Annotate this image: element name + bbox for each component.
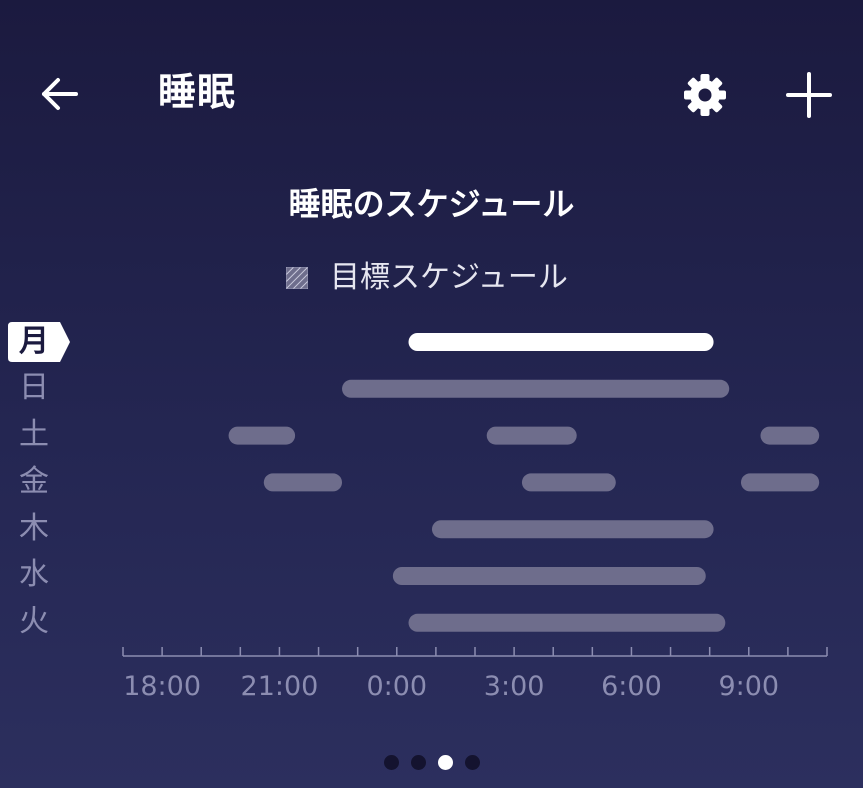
x-tick-label: 21:00 [240, 671, 319, 702]
sleep-bar [342, 379, 730, 398]
sleep-bar [486, 426, 577, 445]
sleep-bar [228, 426, 296, 445]
sleep-bar [760, 426, 820, 445]
sleep-bar [521, 473, 616, 492]
x-tick-label: 0:00 [366, 671, 428, 702]
x-tick-label: 6:00 [601, 671, 662, 702]
sleep-bar [263, 473, 343, 492]
x-tick-label: 3:00 [483, 671, 545, 702]
page-dot[interactable] [437, 754, 453, 770]
sleep-bar [740, 473, 820, 492]
sleep-bar [408, 333, 714, 351]
sleep-bar [392, 567, 706, 585]
x-tick-label: 18:00 [123, 671, 202, 702]
page-dot[interactable] [410, 754, 426, 770]
page-indicator [0, 752, 863, 772]
page-dot[interactable] [383, 754, 399, 770]
sleep-schedule-chart [122, 333, 828, 657]
page-dot[interactable] [464, 754, 480, 770]
x-tick-label: 9:00 [718, 671, 780, 702]
sleep-bar [408, 613, 726, 632]
sleep-bar [431, 520, 714, 539]
